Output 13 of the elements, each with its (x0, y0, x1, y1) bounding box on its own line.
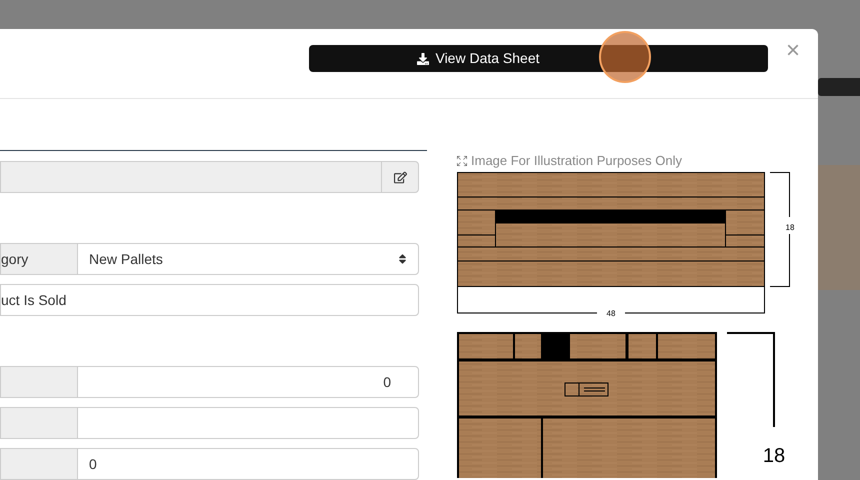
input-value: uct Is Sold (1, 290, 66, 310)
background-bar (818, 78, 860, 96)
dimension-label: 48 (606, 309, 616, 318)
leader-line (770, 234, 790, 287)
download-icon (417, 52, 430, 64)
image-caption: Image For Illustration Purposes Only (471, 152, 682, 170)
input-field[interactable]: uct Is Sold (0, 284, 419, 316)
edit-icon (394, 170, 406, 184)
input-field[interactable] (0, 161, 419, 193)
leader-line (770, 172, 790, 218)
dimension-label: 18 (762, 445, 786, 467)
dimension-label: 18 (786, 223, 794, 232)
expand-icon (457, 156, 467, 166)
